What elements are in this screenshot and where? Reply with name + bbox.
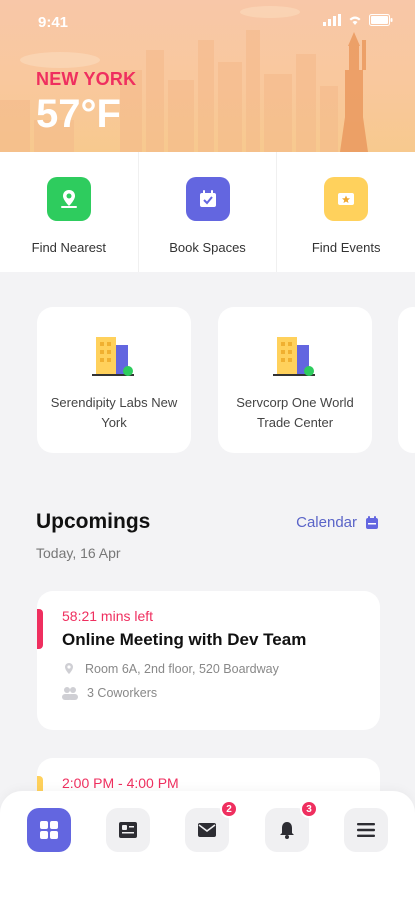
ticket-star-icon: [324, 177, 369, 221]
wifi-icon: [349, 16, 361, 25]
nav-profile-button[interactable]: [106, 808, 150, 852]
location-name: Servcorp One World Trade Center: [236, 395, 354, 430]
find-nearest-button[interactable]: Find Nearest: [0, 152, 139, 272]
upcomings-date: Today, 16 Apr: [36, 545, 121, 561]
find-nearest-label: Find Nearest: [31, 240, 107, 255]
nav-messages-button[interactable]: 2: [185, 800, 238, 852]
status-time: 9:41: [38, 14, 69, 31]
weather-header: 9:41 NEW YORK 57°F: [0, 0, 415, 152]
signal-icon: [323, 14, 341, 26]
event-card[interactable]: 58:21 mins left Online Meeting with Dev …: [37, 591, 380, 730]
battery-icon: [369, 14, 393, 26]
status-icons: [323, 14, 393, 26]
event-attendees: 3 Coworkers: [87, 686, 158, 700]
people-icon: [62, 687, 78, 700]
event-location: Room 6A, 2nd floor, 520 Boardway: [85, 662, 279, 676]
notifications-badge: 3: [300, 800, 318, 818]
building-icon: [92, 337, 134, 376]
event-title: Online Meeting with Dev Team: [62, 630, 307, 649]
bell-icon: [280, 822, 294, 839]
event-location-row: Room 6A, 2nd floor, 520 Boardway: [62, 662, 380, 676]
upcomings-title: Upcomings: [36, 510, 151, 533]
location-pin-icon: [65, 663, 73, 674]
location-card-partial[interactable]: [398, 307, 415, 453]
event-attendees-row: 3 Coworkers: [62, 686, 380, 700]
book-spaces-button[interactable]: Book Spaces: [139, 152, 278, 272]
calendar-icon: [366, 515, 378, 529]
quick-actions: Find Nearest Book Spaces Find Events: [0, 152, 415, 272]
city-name: NEW YORK: [36, 69, 137, 89]
find-events-label: Find Events: [311, 240, 381, 255]
nav-notifications-button[interactable]: 3: [265, 800, 318, 852]
messages-badge: 2: [220, 800, 238, 818]
book-spaces-label: Book Spaces: [169, 240, 246, 255]
nav-menu-button[interactable]: [344, 808, 388, 852]
bottom-nav: 2 3: [0, 791, 415, 900]
map-pin-icon: [46, 177, 91, 221]
calendar-check-icon: [185, 177, 230, 221]
location-card[interactable]: Serendipity Labs New York: [37, 307, 191, 453]
menu-icon: [357, 823, 375, 837]
event-time: 2:00 PM - 4:00 PM: [62, 775, 179, 791]
location-card[interactable]: Servcorp One World Trade Center: [218, 307, 372, 453]
mail-icon: [198, 823, 216, 837]
find-events-button[interactable]: Find Events: [277, 152, 415, 272]
temperature: 57°F: [36, 92, 121, 136]
calendar-link[interactable]: Calendar: [296, 514, 379, 531]
calendar-link-label: Calendar: [296, 514, 357, 531]
location-name: Serendipity Labs New York: [50, 395, 178, 430]
event-accent-bar: [37, 609, 43, 649]
nav-home-button[interactable]: [27, 808, 71, 852]
event-time: 58:21 mins left: [62, 608, 154, 624]
id-card-icon: [119, 822, 137, 838]
building-icon: [273, 337, 315, 376]
grid-icon: [40, 821, 58, 839]
